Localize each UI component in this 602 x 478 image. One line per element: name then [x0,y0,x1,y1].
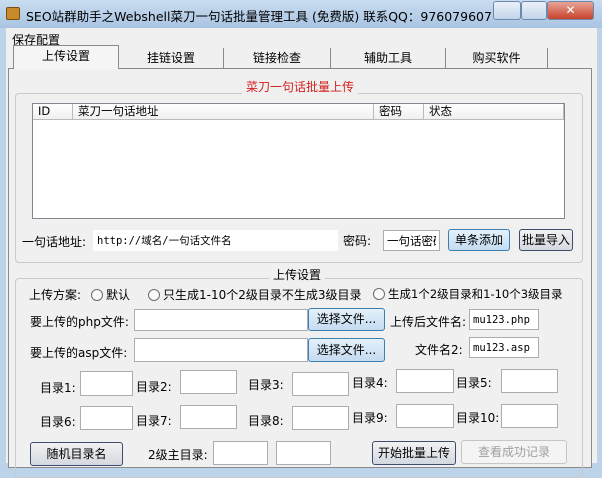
level2-dir-input-2[interactable] [276,441,331,465]
maximize-button[interactable] [521,1,547,20]
radio-icon[interactable] [148,289,160,301]
level2-dir-label: 2级主目录: [148,448,208,462]
radio-icon[interactable] [373,288,385,300]
dir5-label: 目录5: [456,376,492,390]
scheme-option-level3[interactable]: 生成1个2级目录和1-10个3级目录 [373,286,563,302]
dir7-label: 目录7: [136,414,172,428]
password-input[interactable] [383,230,440,251]
dir8-input[interactable] [292,406,349,430]
dir8-label: 目录8: [248,414,284,428]
column-url[interactable]: 菜刀一句话地址 [73,104,374,120]
scheme-option-default[interactable]: 默认 [91,286,130,303]
scheme-option-level2[interactable]: 只生成1-10个2级目录不生成3级目录 [148,286,362,303]
dir1-input[interactable] [80,371,133,396]
dir7-input[interactable] [180,405,237,429]
asp-file-input[interactable] [134,338,308,362]
tab-buy[interactable]: 购买软件 [446,48,548,69]
dir6-input[interactable] [80,406,133,430]
dir3-label: 目录3: [248,378,284,392]
view-success-log-button[interactable]: 查看成功记录 [461,440,567,464]
password-label: 密码: [343,234,372,248]
option-label: 生成1个2级目录和1-10个3级目录 [388,287,563,301]
start-batch-upload-button[interactable]: 开始批量上传 [372,441,456,465]
php-file-label: 要上传的php文件: [30,315,129,329]
group-title: 上传设置 [268,266,326,283]
option-label: 只生成1-10个2级目录不生成3级目录 [163,288,362,302]
name2-label: 文件名2: [415,343,463,357]
dir4-label: 目录4: [352,376,388,390]
upload-name-label: 上传后文件名: [390,315,467,329]
dir2-input[interactable] [180,370,237,394]
column-password[interactable]: 密码 [374,104,424,120]
tab-upload-settings[interactable]: 上传设置 [13,45,119,69]
shell-list[interactable]: ID 菜刀一句话地址 密码 状态 [32,103,565,219]
dir5-input[interactable] [501,369,558,393]
choose-asp-file-button[interactable]: 选择文件... [308,338,385,362]
column-status[interactable]: 状态 [424,104,564,120]
random-dir-name-button[interactable]: 随机目录名 [30,442,123,466]
close-button[interactable]: ✕ [547,1,594,20]
scheme-label: 上传方案: [29,288,82,302]
dir9-label: 目录9: [352,411,388,425]
minimize-button[interactable] [493,1,521,20]
dir4-input[interactable] [396,369,454,393]
batch-import-button[interactable]: 批量导入 [519,229,573,251]
tab-link-check[interactable]: 链接检查 [224,48,331,69]
column-id[interactable]: ID [33,104,73,120]
app-icon [6,7,20,20]
php-file-input[interactable] [134,309,308,331]
radio-icon[interactable] [91,289,103,301]
dir2-label: 目录2: [136,380,172,394]
add-single-button[interactable]: 单条添加 [448,229,510,251]
tab-tools[interactable]: 辅助工具 [331,48,446,69]
upload-name-input[interactable] [469,309,539,330]
url-input[interactable] [93,230,338,251]
tab-link-settings[interactable]: 挂链设置 [119,48,224,69]
asp-file-label: 要上传的asp文件: [30,346,128,360]
option-label: 默认 [106,288,131,302]
level2-dir-input[interactable] [213,441,268,465]
dir10-input[interactable] [501,404,558,428]
dir9-input[interactable] [396,404,454,428]
group-title: 菜刀一句话批量上传 [241,78,359,95]
window-title: SEO站群助手之Webshell菜刀一句话批量管理工具 (免费版) 联系QQ：9… [26,9,492,24]
dir6-label: 目录6: [40,415,76,429]
url-label: 一句话地址: [22,235,87,249]
dir10-label: 目录10: [456,411,500,425]
name2-input[interactable] [469,337,539,358]
choose-php-file-button[interactable]: 选择文件... [308,308,385,331]
dir3-input[interactable] [292,372,349,396]
dir1-label: 目录1: [40,381,76,395]
